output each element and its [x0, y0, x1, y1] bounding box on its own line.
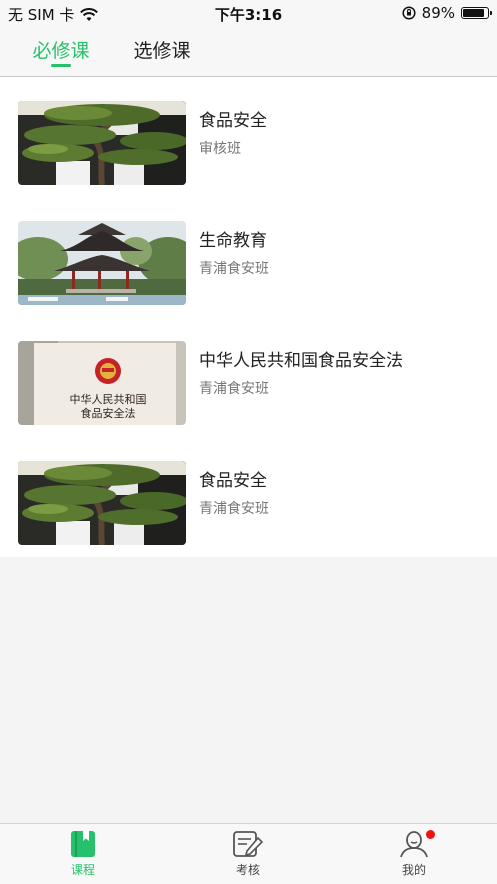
notification-badge [426, 830, 435, 839]
orientation-lock-icon [402, 6, 416, 20]
nav-exams[interactable]: 考核 [198, 830, 298, 884]
battery-percent: 89% [421, 4, 455, 22]
course-item[interactable]: 生命教育 青浦食安班 [0, 197, 497, 317]
tab-elective[interactable]: 选修课 [132, 36, 192, 63]
book-icon [71, 831, 95, 857]
course-title: 中华人民共和国食品安全法 [199, 351, 403, 371]
status-bar: 无 SIM 卡 下午3:16 89% [0, 0, 497, 26]
battery-icon [461, 7, 492, 19]
book-cover-line-1: 中华人民共和国 [70, 392, 147, 406]
battery-group: 89% [402, 4, 492, 22]
course-title: 食品安全 [199, 471, 267, 491]
course-item[interactable]: 食品安全 审核班 [0, 77, 497, 197]
nav-courses[interactable]: 课程 [33, 830, 133, 884]
bottom-nav: 课程 考核 我的 [0, 823, 497, 884]
nav-exams-label: 考核 [235, 863, 260, 877]
nav-courses-label: 课程 [70, 863, 95, 877]
book-cover-line-2: 食品安全法 [81, 406, 136, 420]
course-thumbnail-bonsai [18, 461, 186, 545]
course-list: 食品安全 审核班 生命教育 青浦食安班 中华人民共和国 食品安全法 中华人民共和… [0, 77, 497, 557]
course-class: 青浦食安班 [199, 381, 269, 397]
course-class: 青浦食安班 [199, 501, 269, 517]
user-icon [400, 831, 428, 858]
course-title: 生命教育 [199, 231, 267, 251]
exam-icon [233, 831, 264, 857]
tab-required[interactable]: 必修课 [32, 36, 90, 63]
course-item[interactable]: 食品安全 青浦食安班 [0, 437, 497, 557]
nav-profile[interactable]: 我的 [364, 830, 464, 884]
course-thumbnail-bonsai [18, 101, 186, 185]
course-thumbnail-law-book: 中华人民共和国 食品安全法 [18, 341, 186, 425]
course-class: 审核班 [199, 141, 241, 157]
nav-profile-label: 我的 [401, 863, 426, 877]
course-thumbnail-pavilion [18, 221, 186, 305]
active-tab-indicator [51, 64, 71, 67]
course-tab-bar: 必修课 选修课 [0, 26, 497, 77]
battery-fill [463, 9, 485, 17]
course-item[interactable]: 中华人民共和国 食品安全法 中华人民共和国食品安全法 青浦食安班 [0, 317, 497, 437]
course-title: 食品安全 [199, 111, 267, 131]
course-class: 青浦食安班 [199, 261, 269, 277]
